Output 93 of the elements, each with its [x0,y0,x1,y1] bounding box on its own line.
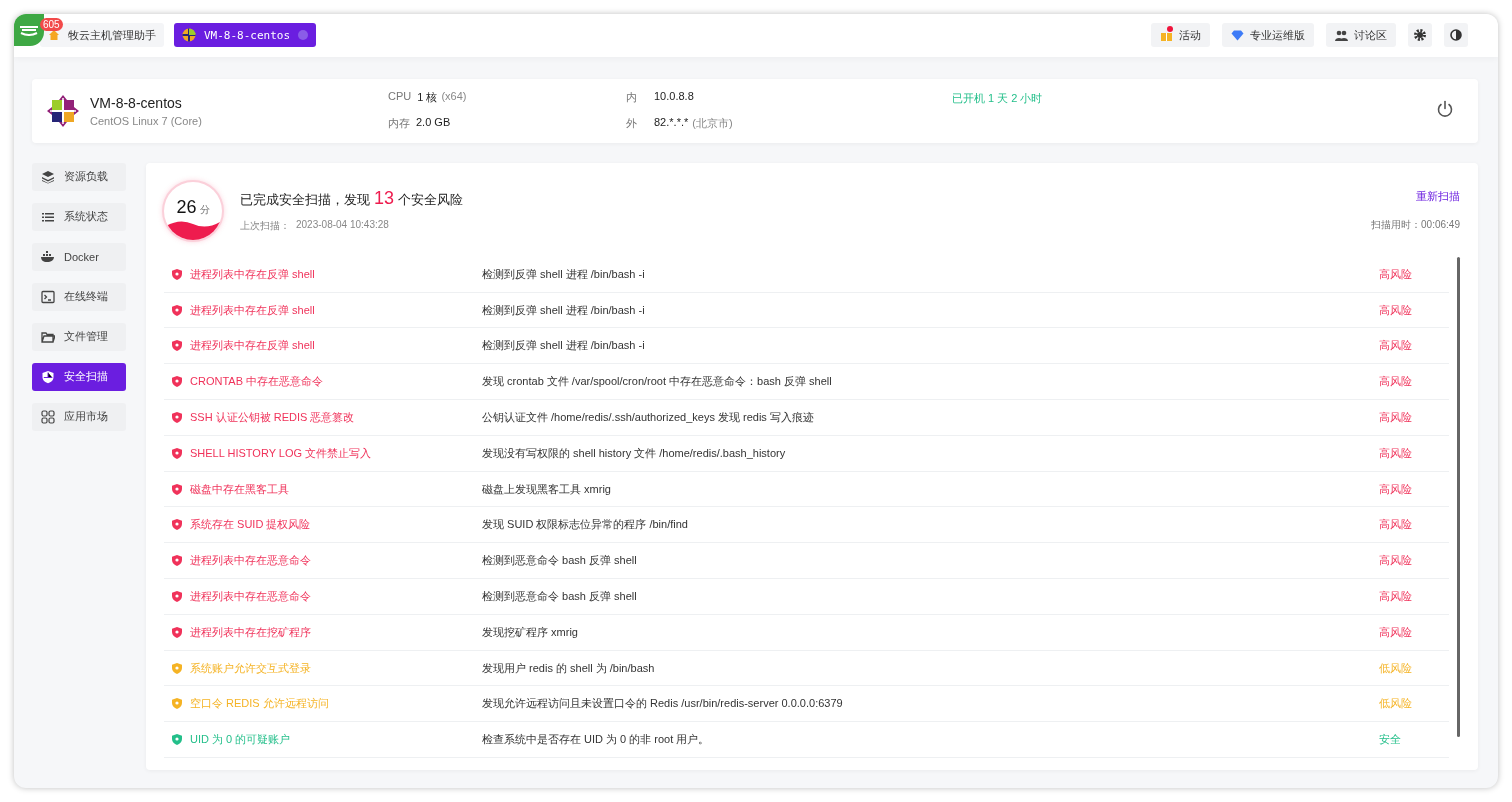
finding-name: 磁盘中存在黑客工具 [190,481,289,497]
power-icon [1436,100,1454,119]
spec-value: 82.*.*.* [654,116,689,131]
sidebar-item[interactable]: 文件管理 [32,322,126,351]
finding-detail: 发现挖矿程序 xmrig [482,624,579,640]
finding-detail: 发现 SUID 权限标志位异常的程序 /bin/find [482,517,689,533]
finding-detail: 发现没有写权限的 shell history 文件 /home/redis/.bash_history [482,445,787,461]
folder-icon [41,329,55,344]
home-icon [48,29,60,42]
rescan-link[interactable]: 重新扫描 [1416,189,1460,205]
risk-level: 高风险 [1379,338,1413,354]
finding-name: 进程列表中存在反弹 shell [190,266,315,282]
sidebar-item[interactable]: 系统状态 [32,202,126,231]
layers-icon [41,169,55,184]
finding-detail: 检测到反弹 shell 进程 /bin/bash -i [482,266,646,282]
finding-detail: 检测到恶意命令 bash 反弹 shell [482,553,638,569]
os-name: CentOS Linux 7 (Core) [90,114,203,127]
risk-level: 高风险 [1379,374,1413,390]
toolbar-button[interactable]: 活动 [1151,23,1210,48]
tab[interactable]: VM-8-8-centos [174,23,317,48]
finding-name: 进程列表中存在恶意命令 [190,588,311,604]
spec-value: 10.0.8.8 [654,90,694,105]
risk-level: 高风险 [1379,409,1413,425]
last-scan-time: 2023-08-04 10:43:28 [296,219,389,233]
finding-name: CRONTAB 中存在恶意命令 [190,374,324,390]
sidebar-item[interactable]: 资源负载 [32,162,126,191]
finding-name: SSH 认证公钥被 REDIS 恶意篡改 [190,409,355,425]
risk-level: 高风险 [1379,302,1413,318]
sidebar-item[interactable]: 安全扫描 [32,362,126,391]
shield-icon [41,369,55,384]
settings-button[interactable] [1408,23,1432,48]
people-icon [1335,29,1348,41]
scan-duration: 扫描用时：00:06:49 [1371,218,1460,233]
finding-name: SHELL HISTORY LOG 文件禁止写入 [190,445,372,461]
spec-value: 2.0 GB [416,116,451,131]
finding-detail: 公钥认证文件 /home/redis/.ssh/authorized_keys 发现 redis 写入痕迹 [482,409,815,425]
finding-name: 进程列表中存在挖矿程序 [190,624,311,640]
risk-level: 高风险 [1379,588,1413,604]
spec-label: 外 [626,116,638,132]
risk-level: 高风险 [1379,517,1413,533]
finding-name: 进程列表中存在反弹 shell [190,302,315,318]
last-scan-label: 上次扫描： [240,219,290,234]
summary-text: 个安全风险 [398,191,464,210]
settings-icon [1414,29,1426,42]
risk-level: 高风险 [1379,445,1413,461]
spec-label: 内存 [388,116,410,132]
centos-logo-icon [46,93,80,128]
spec-note: (北京市) [692,116,733,132]
uptime-text: 已开机 1 天 2 小时 [952,91,1044,107]
finding-detail: 发现允许远程访问且未设置口令的 Redis /usr/bin/redis-server 0.0.0.0:6379 [482,696,844,712]
sidebar-item[interactable]: Docker [32,242,126,271]
spec-value: 1 核 [417,90,438,106]
host-name: VM-8-8-centos [90,94,183,111]
finding-name: UID 为 0 的可疑账户 [190,732,291,748]
score-value: 26 [176,197,197,219]
finding-detail: 发现 crontab 文件 /var/spool/cron/root 中存在恶意命令：bash 反弹 shell [482,374,833,390]
risk-count: 13 [374,188,395,210]
sidebar-item[interactable]: 应用市场 [32,402,126,431]
centos-logo-icon [182,28,196,43]
scrollbar[interactable] [1457,256,1460,737]
risk-level: 高风险 [1379,553,1413,569]
finding-detail: 检测到反弹 shell 进程 /bin/bash -i [482,302,646,318]
risk-level: 高风险 [1379,481,1413,497]
finding-name: 空口令 REDIS 允许远程访问 [190,696,329,712]
diamond-icon [1231,29,1244,41]
finding-name: 系统账户允许交互式登录 [190,660,311,676]
terminal-icon [41,289,55,304]
toolbar-button[interactable]: 专业运维版 [1222,23,1314,48]
spec-label: 内 [626,90,638,106]
spec-label: CPU [388,90,412,105]
finding-name: 进程列表中存在恶意命令 [190,553,311,569]
theme-toggle-button[interactable] [1444,23,1468,48]
boat-icon [19,24,39,36]
risk-level: 低风险 [1379,660,1413,676]
score-unit: 分 [199,203,210,218]
finding-detail: 磁盘上发现黑客工具 xmrig [482,481,612,497]
spec-note: (x64) [441,90,467,105]
toolbar-button[interactable]: 讨论区 [1326,23,1396,48]
finding-detail: 发现用户 redis 的 shell 为 /bin/bash [482,660,656,676]
risk-level: 安全 [1379,732,1402,748]
finding-detail: 检查系统中是否存在 UID 为 0 的非 root 用户。 [482,732,711,748]
finding-detail: 检测到反弹 shell 进程 /bin/bash -i [482,338,646,354]
summary-text: 已完成安全扫描，发现 [240,191,370,210]
app-logo[interactable] [14,14,44,46]
risk-level: 高风险 [1379,624,1413,640]
contrast-icon [1450,29,1462,42]
finding-detail: 检测到恶意命令 bash 反弹 shell [482,588,638,604]
risk-level: 低风险 [1379,696,1413,712]
grid-icon [41,409,55,424]
finding-name: 系统存在 SUID 提权风险 [190,517,311,533]
risk-level: 高风险 [1379,266,1413,282]
finding-name: 进程列表中存在反弹 shell [190,338,315,354]
sidebar-item[interactable]: 在线终端 [32,282,126,311]
